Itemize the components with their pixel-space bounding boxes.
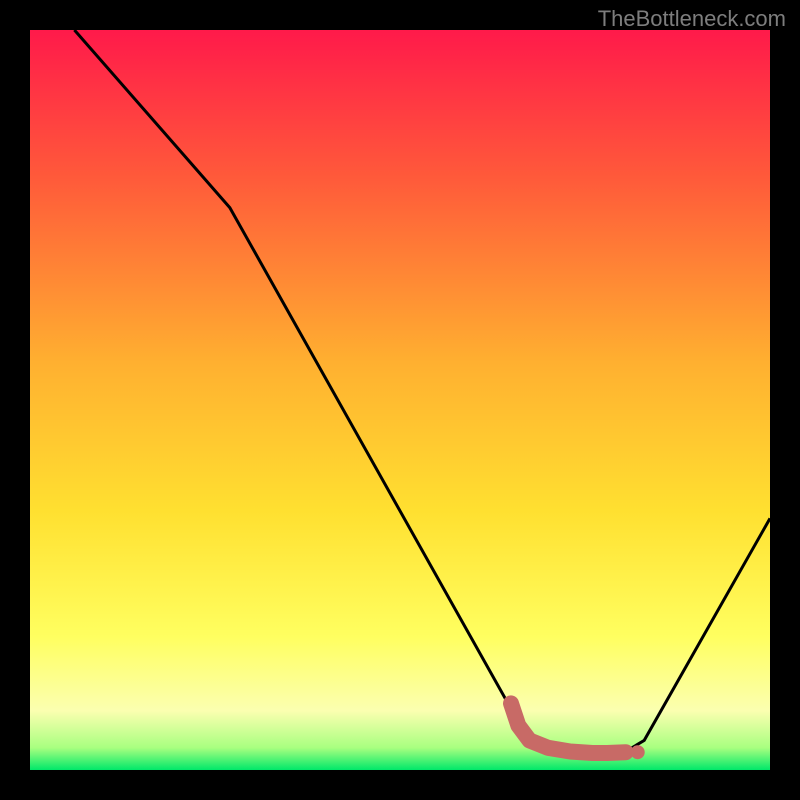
optimal-point-dot — [631, 745, 645, 759]
gradient-background — [30, 30, 770, 770]
watermark-text: TheBottleneck.com — [598, 6, 786, 32]
chart-frame — [30, 30, 770, 770]
chart-canvas — [30, 30, 770, 770]
